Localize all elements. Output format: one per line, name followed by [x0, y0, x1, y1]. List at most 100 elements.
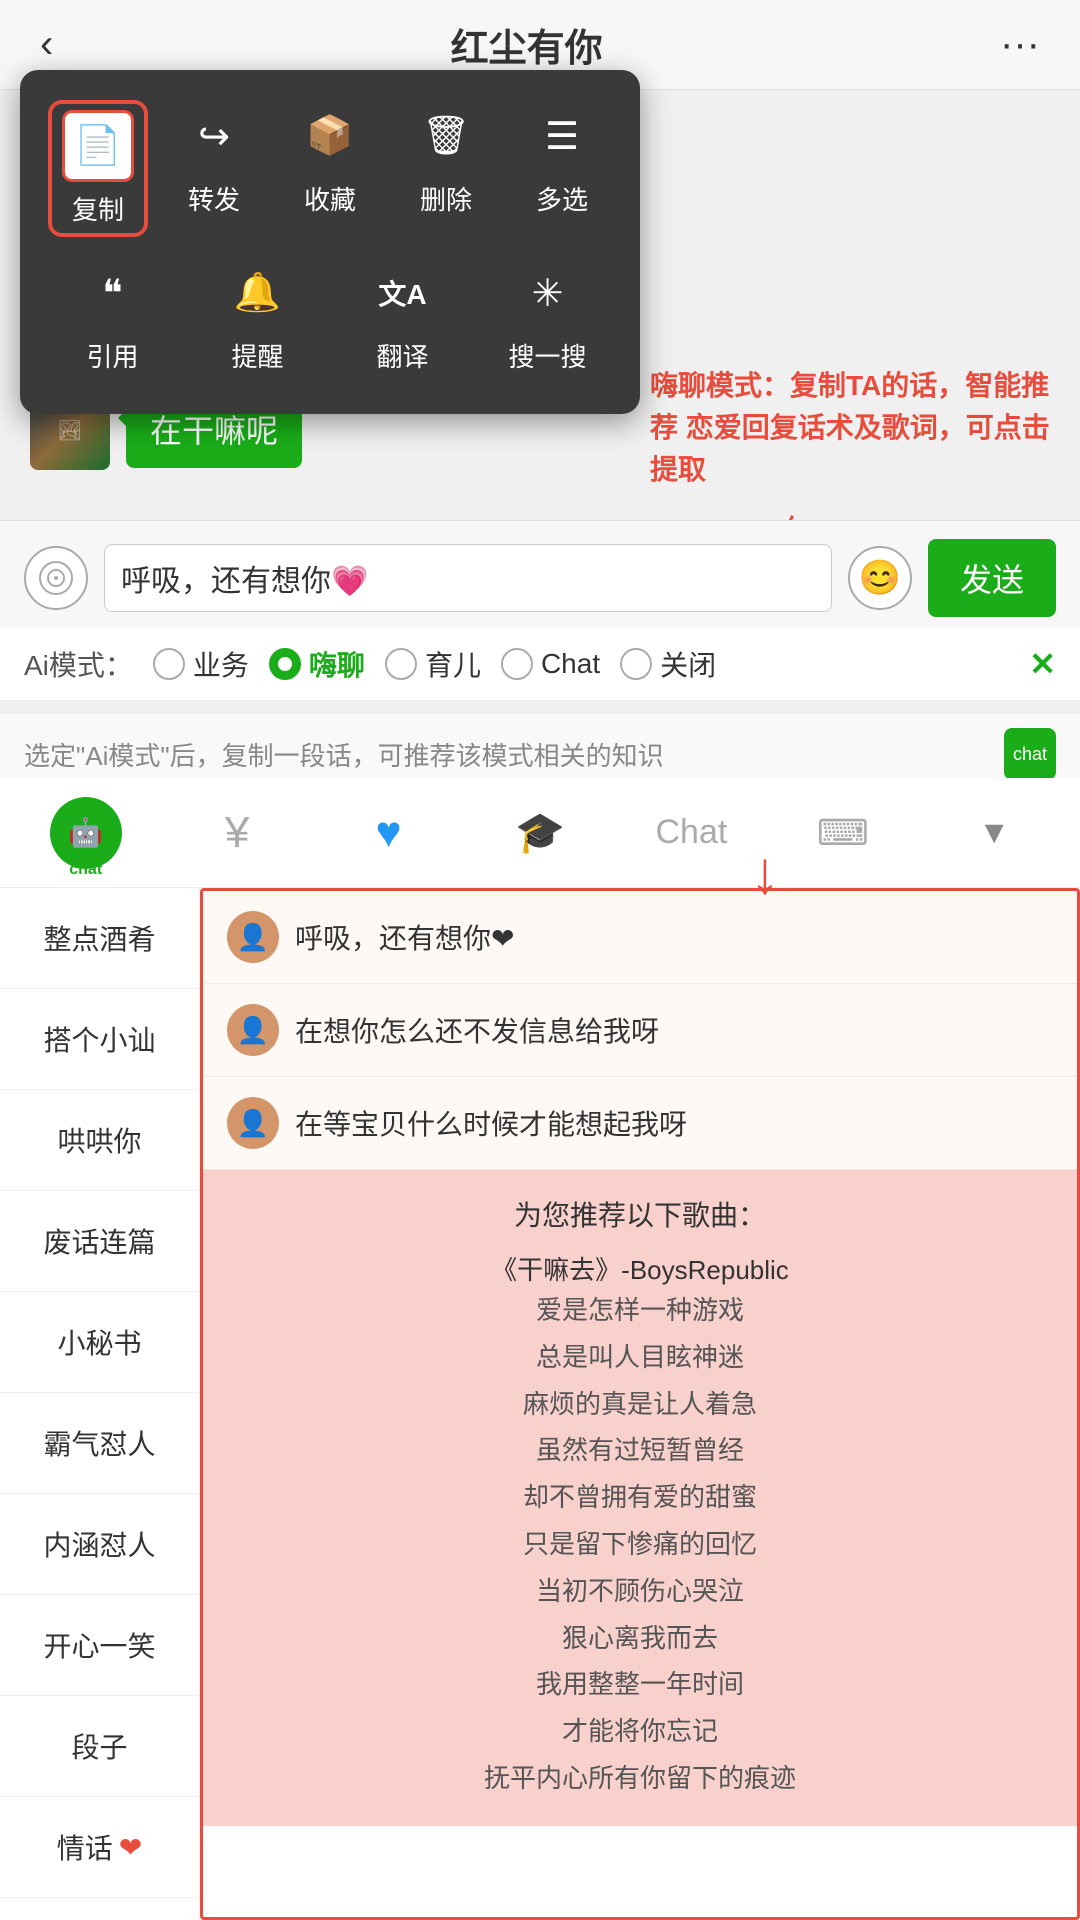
- radio-business: [153, 648, 185, 680]
- context-menu-translate[interactable]: 文A 翻译: [353, 257, 453, 374]
- suggestion-text-1: 呼吸，还有想你❤: [295, 917, 514, 957]
- sidebar-baqiren-label: 霸气怼人: [43, 1423, 155, 1463]
- context-menu-delete[interactable]: 🗑 删除: [396, 100, 496, 237]
- back-button[interactable]: ‹: [40, 22, 53, 67]
- sidebar-item-feihua[interactable]: 废话连篇: [0, 1191, 199, 1292]
- input-bar: 😊 发送: [0, 520, 1080, 636]
- lyric-line: 只是留下惨痛的回忆: [227, 1521, 1053, 1568]
- lyric-line: 却不曾拥有爱的甜蜜: [227, 1474, 1053, 1521]
- context-menu-collect[interactable]: 📦 收藏: [280, 100, 380, 237]
- context-menu: 📄 复制 ↪ 转发 📦 收藏 🗑 删除 ☰ 多选 ❝ 引用 🔔 提醒 文: [20, 70, 640, 414]
- mode-parenting[interactable]: 育儿: [385, 644, 481, 684]
- sidebar-item-neihanrennei[interactable]: 内涵怼人: [0, 1494, 199, 1595]
- remind-label: 提醒: [231, 337, 283, 374]
- mode-off[interactable]: 关闭: [620, 644, 716, 684]
- sidebar-item-zhengdian[interactable]: 整点酒肴: [0, 888, 199, 989]
- mode-business[interactable]: 业务: [153, 644, 249, 684]
- lyric-line: 狠心离我而去: [227, 1615, 1053, 1662]
- sidebar-item-duanzi[interactable]: 段子: [0, 1696, 199, 1797]
- mode-haichat[interactable]: 嗨聊: [269, 644, 365, 684]
- emoji-icon: 😊: [859, 558, 901, 598]
- context-menu-row-2: ❝ 引用 🔔 提醒 文A 翻译 ✳ 搜一搜: [40, 257, 620, 374]
- mode-parenting-label: 育儿: [425, 644, 481, 684]
- suggestion-text-3: 在等宝贝什么时候才能想起我呀: [295, 1103, 687, 1143]
- context-menu-forward[interactable]: ↪ 转发: [164, 100, 264, 237]
- sidebar-duanzi-label: 段子: [71, 1726, 127, 1766]
- sidebar-dadao-label: 搭个小讪: [43, 1019, 155, 1059]
- search-icon: ✳: [512, 257, 584, 329]
- sidebar-houhou-label: 哄哄你: [57, 1120, 141, 1160]
- toolbar-money[interactable]: ¥: [161, 778, 312, 887]
- lyric-line: 虽然有过短暂曾经: [227, 1427, 1053, 1474]
- toolbar-robot[interactable]: 🤖 chat: [10, 778, 161, 887]
- annotation-content: 嗨聊模式：复制TA的话，智能推荐 恋爱回复话术及歌词，可点击提取: [650, 370, 1050, 485]
- lyric-line: 麻烦的真是让人着急: [227, 1381, 1053, 1428]
- lyric-line: 抚平内心所有你留下的痕迹: [227, 1755, 1053, 1802]
- forward-label: 转发: [188, 180, 240, 217]
- toolbar-heart[interactable]: ♥: [313, 778, 464, 887]
- sidebar-feihua-label: 废话连篇: [43, 1221, 155, 1261]
- toolbar-chat[interactable]: Chat: [616, 778, 767, 887]
- copy-icon: 📄: [62, 110, 134, 182]
- mode-chat[interactable]: Chat: [501, 648, 600, 680]
- suggestion-avatar-1: 👤: [227, 911, 279, 963]
- toolbar: 🤖 chat ¥ ♥ 🎓 Chat ⌨ ▼: [0, 778, 1080, 888]
- suggestion-row-1[interactable]: 👤 呼吸，还有想你❤: [203, 891, 1077, 984]
- mode-haichat-label: 嗨聊: [309, 644, 365, 684]
- context-menu-copy[interactable]: 📄 复制: [48, 100, 148, 237]
- sidebar-neihanrennei-label: 内涵怼人: [43, 1524, 155, 1564]
- delete-label: 删除: [420, 180, 472, 217]
- voice-button[interactable]: [24, 546, 88, 610]
- chat-icon[interactable]: chat: [1004, 728, 1056, 780]
- qinghua-heart-icon: ❤: [119, 1831, 142, 1864]
- close-button[interactable]: ✕: [1029, 645, 1056, 683]
- page-title: 红尘有你: [451, 17, 603, 72]
- lyric-line: 爱是怎样一种游戏: [227, 1287, 1053, 1334]
- emoji-button[interactable]: 😊: [848, 546, 912, 610]
- annotation-text: 嗨聊模式：复制TA的话，智能推荐 恋爱回复话术及歌词，可点击提取: [650, 365, 1050, 491]
- send-button[interactable]: 发送: [928, 539, 1056, 617]
- remind-icon: 🔔: [222, 257, 294, 329]
- lyric-line: 才能将你忘记: [227, 1708, 1053, 1755]
- lyrics-container: 爱是怎样一种游戏总是叫人目眩神迷麻烦的真是让人着急虽然有过短暂曾经却不曾拥有爱的…: [227, 1287, 1053, 1802]
- toolbar-graduation[interactable]: 🎓: [464, 778, 615, 887]
- chat-text: Chat: [655, 813, 727, 852]
- toolbar-keyboard[interactable]: ⌨: [767, 778, 918, 887]
- context-menu-remind[interactable]: 🔔 提醒: [208, 257, 308, 374]
- context-menu-multiselect[interactable]: ☰ 多选: [512, 100, 612, 237]
- chat-icon-label: chat: [1013, 744, 1047, 765]
- suggestion-avatar-2: 👤: [227, 1004, 279, 1056]
- radio-haichat: [269, 648, 301, 680]
- multiselect-label: 多选: [536, 180, 588, 217]
- arrow-down-icon: ▼: [978, 814, 1010, 851]
- context-menu-search[interactable]: ✳ 搜一搜: [498, 257, 598, 374]
- suggestion-text-2: 在想你怎么还不发信息给我呀: [295, 1010, 659, 1050]
- song-recommendations: 为您推荐以下歌曲： 《干嘛去》-BoysRepublic 爱是怎样一种游戏总是叫…: [203, 1170, 1077, 1826]
- sidebar-item-houhou[interactable]: 哄哄你: [0, 1090, 199, 1191]
- mode-off-label: 关闭: [660, 644, 716, 684]
- sidebar-item-qinghua[interactable]: 情话 ❤: [0, 1797, 199, 1898]
- suggestion-row-2[interactable]: 👤 在想你怎么还不发信息给我呀: [203, 984, 1077, 1077]
- avatar-icon-1: 👤: [237, 922, 269, 953]
- lyric-line: 总是叫人目眩神迷: [227, 1334, 1053, 1381]
- sidebar-item-baqiren[interactable]: 霸气怼人: [0, 1393, 199, 1494]
- quote-icon: ❝: [77, 257, 149, 329]
- sidebar-item-kaixin[interactable]: 开心一笑: [0, 1595, 199, 1696]
- radio-off: [620, 648, 652, 680]
- lyric-line: 我用整整一年时间: [227, 1661, 1053, 1708]
- sidebar-qinghua-label: 情话: [57, 1827, 113, 1867]
- context-menu-quote[interactable]: ❝ 引用: [63, 257, 163, 374]
- suggestion-row-3[interactable]: 👤 在等宝贝什么时候才能想起我呀: [203, 1077, 1077, 1170]
- message-input[interactable]: [104, 544, 832, 612]
- sidebar-item-dadao[interactable]: 搭个小讪: [0, 989, 199, 1090]
- more-button[interactable]: ···: [1000, 22, 1040, 67]
- mode-chat-label: Chat: [541, 648, 600, 680]
- ai-mode-label: Ai模式：: [24, 644, 133, 684]
- voice-icon: [38, 560, 74, 596]
- sidebar-item-mishu[interactable]: 小秘书: [0, 1292, 199, 1393]
- collect-icon: 📦: [294, 100, 366, 172]
- graduation-icon: 🎓: [515, 809, 565, 856]
- bubble-text: 在干嘛呢: [150, 413, 278, 449]
- translate-icon: 文A: [367, 257, 439, 329]
- toolbar-arrow-down[interactable]: ▼: [919, 778, 1070, 887]
